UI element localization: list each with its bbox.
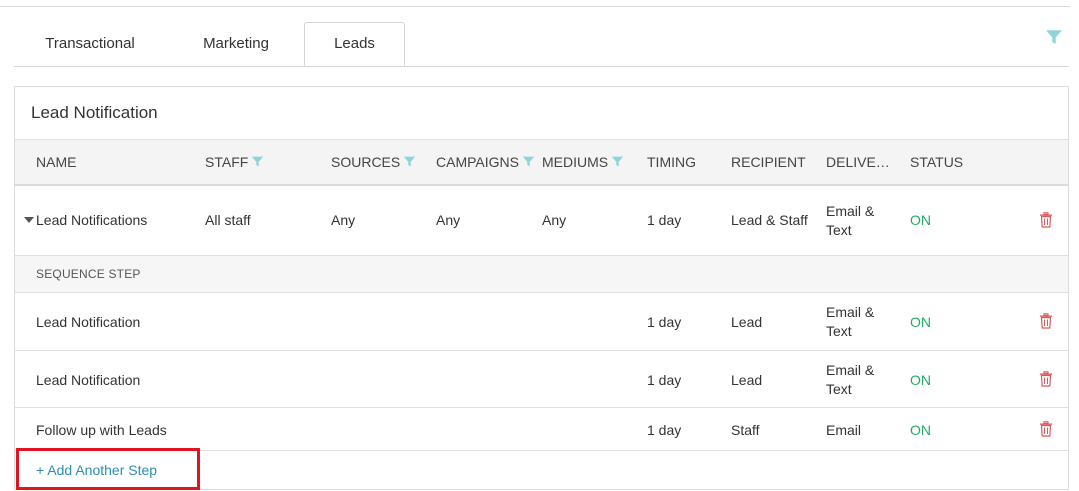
- filter-icon[interactable]: [611, 155, 624, 168]
- caret-down-icon[interactable]: [24, 217, 34, 223]
- step-delivery: Email & Text: [826, 304, 875, 339]
- step-recipient: Staff: [731, 422, 760, 438]
- column-header-campaigns[interactable]: CAMPAIGNS: [436, 140, 535, 185]
- row-staff: All staff: [205, 212, 251, 228]
- step-timing: 1 day: [647, 422, 682, 438]
- tab-bar: Transactional Marketing Leads: [14, 22, 1069, 67]
- column-header-sources-label: SOURCES: [331, 154, 401, 170]
- table-row[interactable]: Follow up with Leads 1 day Staff Email O…: [15, 408, 1068, 451]
- highlight-annotation: [16, 448, 200, 490]
- trash-icon[interactable]: [1039, 421, 1053, 437]
- table-row[interactable]: Lead Notifications All staff Any Any Any…: [15, 186, 1068, 256]
- column-header-sources[interactable]: SOURCES: [331, 140, 416, 185]
- row-mediums: Any: [542, 212, 567, 228]
- filter-icon[interactable]: [403, 155, 416, 168]
- sequence-step-header: SEQUENCE STEP: [15, 256, 1068, 293]
- trash-icon[interactable]: [1039, 212, 1053, 228]
- step-timing: 1 day: [647, 372, 682, 388]
- table-header: NAME STAFF SOURCES CAMPAIGNS MEDIUMS TIM…: [15, 139, 1068, 186]
- filter-icon[interactable]: [251, 155, 264, 168]
- column-header-status[interactable]: STATUS: [910, 140, 963, 185]
- status-toggle[interactable]: ON: [910, 212, 931, 228]
- lead-notification-panel: Lead Notification NAME STAFF SOURCES CAM…: [14, 86, 1069, 490]
- row-name-label: Lead Notifications: [36, 212, 148, 228]
- status-toggle[interactable]: ON: [910, 372, 931, 388]
- row-delivery: Email & Text: [826, 203, 875, 238]
- step-recipient: Lead: [731, 372, 763, 388]
- column-header-timing[interactable]: TIMING: [647, 140, 696, 185]
- step-recipient: Lead: [731, 314, 763, 330]
- column-header-staff[interactable]: STAFF: [205, 140, 264, 185]
- step-delivery: Email: [826, 422, 862, 438]
- column-header-recipient[interactable]: RECIPIENT: [731, 140, 806, 185]
- table-row[interactable]: Lead Notification 1 day Lead Email & Tex…: [15, 351, 1068, 408]
- tab-marketing[interactable]: Marketing: [200, 22, 272, 65]
- row-recipient: Lead & Staff: [731, 212, 808, 228]
- column-header-campaigns-label: CAMPAIGNS: [436, 154, 519, 170]
- trash-icon[interactable]: [1039, 313, 1053, 329]
- column-header-staff-label: STAFF: [205, 154, 249, 170]
- step-name: Lead Notification: [36, 372, 141, 388]
- filter-icon[interactable]: [1045, 28, 1063, 46]
- column-header-delivery[interactable]: DELIVE…: [826, 140, 890, 185]
- sequence-step-label: SEQUENCE STEP: [36, 267, 141, 281]
- step-timing: 1 day: [647, 314, 682, 330]
- column-header-mediums[interactable]: MEDIUMS: [542, 140, 624, 185]
- status-toggle[interactable]: ON: [910, 314, 931, 330]
- step-name: Follow up with Leads: [36, 422, 167, 438]
- trash-icon[interactable]: [1039, 371, 1053, 387]
- column-header-name[interactable]: NAME: [36, 140, 76, 185]
- table-row[interactable]: Lead Notification 1 day Lead Email & Tex…: [15, 293, 1068, 351]
- tab-leads[interactable]: Leads: [304, 22, 405, 66]
- row-campaigns: Any: [436, 212, 461, 228]
- step-name: Lead Notification: [36, 314, 141, 330]
- tab-transactional[interactable]: Transactional: [42, 22, 138, 65]
- row-name[interactable]: Lead Notifications: [24, 212, 147, 228]
- row-timing: 1 day: [647, 212, 682, 228]
- top-divider: [0, 6, 1070, 7]
- panel-title: Lead Notification: [31, 103, 158, 122]
- row-sources: Any: [331, 212, 356, 228]
- status-toggle[interactable]: ON: [910, 422, 931, 438]
- step-delivery: Email & Text: [826, 362, 875, 397]
- filter-icon[interactable]: [522, 155, 535, 168]
- column-header-mediums-label: MEDIUMS: [542, 154, 609, 170]
